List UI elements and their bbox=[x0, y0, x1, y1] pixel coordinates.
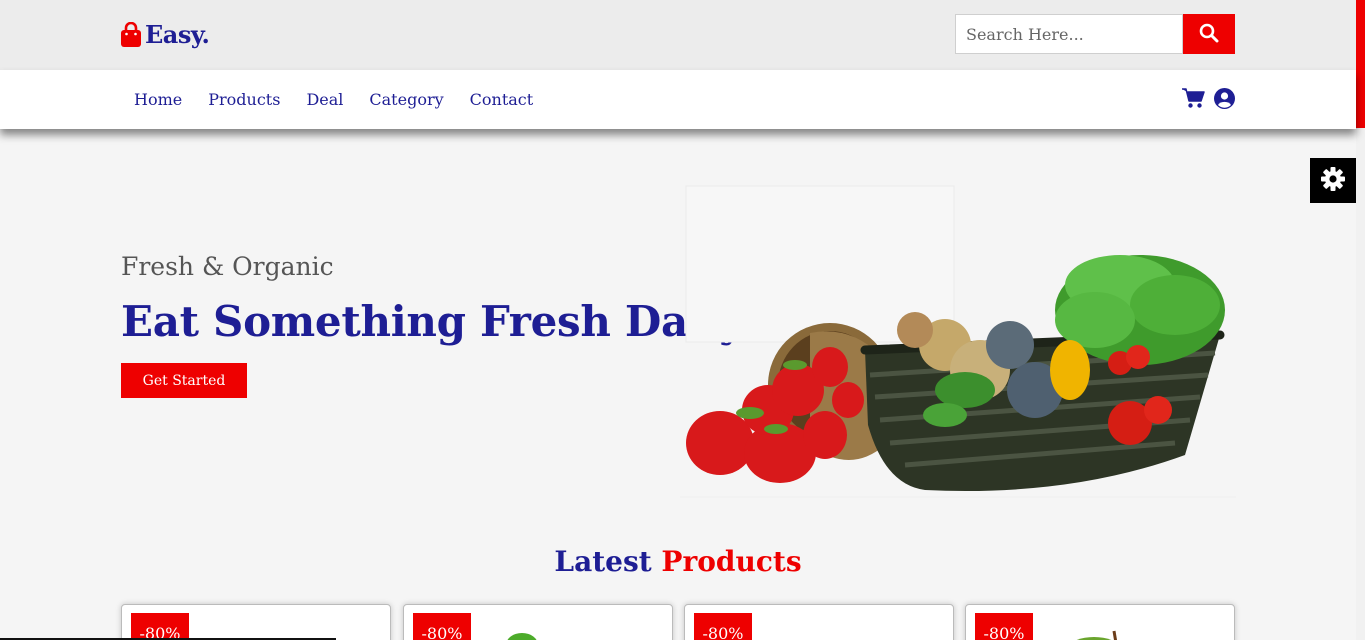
discount-badge: -80% bbox=[131, 613, 189, 640]
user-circle-icon[interactable] bbox=[1214, 87, 1235, 113]
nav-link-category[interactable]: Category bbox=[369, 90, 443, 109]
latest-products-title-part2: Products bbox=[661, 545, 802, 578]
search-bar bbox=[955, 14, 1235, 54]
nav-icons bbox=[1182, 87, 1235, 113]
scrollbar-thumb[interactable] bbox=[1356, 0, 1365, 128]
product-thumbnail bbox=[507, 633, 537, 640]
brand-name: Easy. bbox=[145, 20, 210, 49]
search-input[interactable] bbox=[955, 14, 1183, 54]
search-button[interactable] bbox=[1183, 14, 1235, 54]
nav-link-deal[interactable]: Deal bbox=[306, 90, 343, 109]
hero-subtitle: Fresh & Organic bbox=[121, 252, 334, 281]
nav-link-contact[interactable]: Contact bbox=[470, 90, 534, 109]
product-thumbnail bbox=[1076, 630, 1118, 640]
shopping-bag-icon bbox=[120, 21, 142, 48]
product-card[interactable]: -80% bbox=[121, 604, 391, 640]
product-card[interactable]: -80% bbox=[965, 604, 1235, 640]
product-card[interactable]: -80% bbox=[403, 604, 673, 640]
get-started-button[interactable]: Get Started bbox=[121, 363, 247, 398]
discount-badge: -80% bbox=[975, 613, 1033, 640]
vegetable-basket-image bbox=[680, 185, 1236, 499]
hero-title: Eat Something Fresh Daily bbox=[121, 297, 744, 346]
nav-links: Home Products Deal Category Contact bbox=[121, 70, 546, 129]
brand-logo[interactable]: Easy. bbox=[120, 20, 210, 49]
product-card[interactable]: -80% bbox=[684, 604, 954, 640]
search-icon bbox=[1199, 23, 1219, 46]
gear-icon bbox=[1320, 166, 1346, 196]
discount-badge: -80% bbox=[413, 613, 471, 640]
settings-toggle-button[interactable] bbox=[1310, 158, 1356, 203]
cart-icon[interactable] bbox=[1182, 87, 1205, 113]
nav-link-home[interactable]: Home bbox=[134, 90, 182, 109]
main-navigation: Home Products Deal Category Contact bbox=[0, 70, 1356, 129]
latest-products-title: Latest Products bbox=[0, 545, 1356, 578]
discount-badge: -80% bbox=[694, 613, 752, 640]
latest-products-title-part1: Latest bbox=[554, 545, 652, 578]
nav-link-products[interactable]: Products bbox=[208, 90, 280, 109]
top-header: Easy. bbox=[0, 0, 1356, 70]
page-scrollbar[interactable] bbox=[1356, 0, 1365, 640]
